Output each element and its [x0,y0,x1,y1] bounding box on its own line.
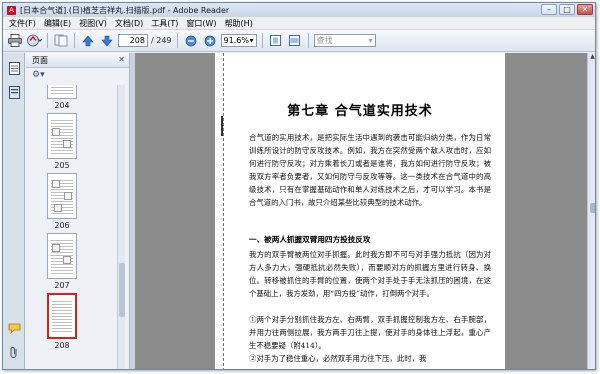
pages-panel-header: 页面 ✕ [26,53,129,68]
options-icon[interactable]: ⚙▾ [32,70,45,80]
menu-file[interactable]: 文件(F) [5,18,40,29]
fit-width-icon[interactable] [287,33,303,49]
menu-window[interactable]: 窗口(W) [182,18,220,29]
zoom-level-input[interactable]: 91.6% ▾ [220,34,257,47]
zoom-level-value: 91.6% [223,36,249,45]
intro-text: 合气道的实用技术，是把实际生活中遇到的袭击可能归纳分类，作为日常训练所设计的防守… [249,133,491,207]
toolbar-separator [261,33,263,48]
close-icon[interactable]: ✕ [118,55,125,64]
section-paragraph: 我方的双手臂被两位对手抓握。此时我方即不可与对手强力抵抗（因为对方人多力大，强硬… [235,248,491,300]
menu-help[interactable]: 帮助(H) [221,18,257,29]
thumbnail-label: 204 [54,101,70,110]
printer-icon[interactable] [7,33,23,49]
thumbnail-label: 208 [54,341,70,350]
window-controls: – □ ✕ [541,4,593,15]
app-window: A [日本合气道].(日)植芝吉祥丸.扫描版.pdf - Adobe Reade… [2,2,596,370]
thumbnail-label: 206 [54,221,70,230]
document-page: 第七章 合气道实用技术 合气道的实用技术，是把实际生活中遇到的袭击可能归纳分类，… [215,53,505,369]
fit-page-icon[interactable] [268,33,284,49]
email-icon[interactable] [26,33,42,49]
zoom-out-icon[interactable] [183,33,199,49]
pages-panel: 页面 ✕ ⚙▾ 204 205 206 207 208 [26,53,130,369]
bookmark-icon[interactable] [7,85,21,99]
thumbnail-label: 207 [54,281,70,290]
title-bar: A [日本合气道].(日)植芝吉祥丸.扫描版.pdf - Adobe Reade… [3,3,595,17]
chevron-down-icon: ▾ [368,36,373,45]
zoom-in-icon[interactable] [202,33,218,49]
navigation-strip [3,53,25,369]
page-thumbnail[interactable] [47,173,77,219]
minimize-button[interactable]: – [541,4,557,15]
page-thumbnail-selected[interactable] [47,293,77,339]
page-thumbnail[interactable] [47,233,77,279]
step-paragraph: ①两个对手分别抓住我方左、右两臂，双手抓握控制我方左、右手腕部，并用力往两侧拉展… [235,313,491,352]
page-total: / 249 [151,36,172,45]
chevron-down-icon: ▾ [249,36,254,45]
chapter-title: 第七章 合气道实用技术 [287,104,433,119]
find-input[interactable]: 查找 ▾ [313,34,376,47]
step-paragraph: ②对手为了稳住重心，必然双手用力往下压，此时，我 [235,352,491,365]
page-thumbnail[interactable] [47,85,77,99]
document-scrollbar[interactable]: ▲ [587,53,595,369]
panel-options[interactable]: ⚙▾ [26,68,129,82]
menu-edit[interactable]: 编辑(E) [40,18,75,29]
toolbar-separator [47,33,48,48]
menu-document[interactable]: 文档(D) [111,18,147,29]
document-area: 第七章 合气道实用技术 合气道的实用技术，是把实际生活中遇到的袭击可能归纳分类，… [135,53,595,369]
toolbar: 208 / 249 91.6% ▾ 查找 ▾ [3,30,595,52]
toolbar-separator [176,33,178,48]
pages-icon[interactable] [7,61,21,75]
find-placeholder: 查找 [316,36,333,45]
section-title: 一、被两人抓握双臂用四方投技反攻 [249,235,371,244]
thumbnail-label: 205 [54,161,70,170]
thumbnail-list: 204 205 206 207 208 [32,85,116,369]
intro-paragraph: 合气道的实用技术，是把实际生活中遇到的袭击可能归纳分类，作为日常训练所设计的防守… [235,131,491,209]
pages-icon[interactable] [53,33,69,49]
pages-panel-title: 页面 [32,55,48,65]
page-number-input[interactable]: 208 [118,34,148,47]
step2-text: ②对手为了稳住重心，必然双手用力往下压，此时，我 [249,354,427,363]
section-text: 我方的双手臂被两位对手抓握。此时我方即不可与对手强力抵抗（因为对方人多力大，强硬… [249,250,491,298]
menu-bar: 文件(F) 编辑(E) 视图(V) 文档(D) 工具(T) 窗口(W) 帮助(H… [3,17,595,30]
document-scrollbar-thumb[interactable] [590,203,595,213]
window-title: [日本合气道].(日)植芝吉祥丸.扫描版.pdf - Adobe Reader [20,5,230,15]
menu-tools[interactable]: 工具(T) [147,18,182,29]
toolbar-separator [74,33,75,48]
adobe-reader-icon: A [7,5,16,15]
panel-scrollbar[interactable] [117,85,125,369]
scroll-up-icon[interactable]: ▲ [588,53,595,63]
up-arrow-icon[interactable] [80,33,96,49]
close-button[interactable]: ✕ [577,4,593,15]
maximize-button[interactable]: □ [559,4,575,15]
step1-text: ①两个对手分别抓住我方左、右两臂，双手抓握控制我方左、右手腕部，并用力往两侧拉展… [249,315,491,350]
menu-view[interactable]: 视图(V) [75,18,111,29]
toolbar-separator [307,33,309,48]
down-arrow-icon[interactable] [99,33,115,49]
page-thumbnail[interactable] [47,113,77,159]
comment-icon[interactable] [7,321,21,335]
paperclip-icon[interactable] [7,345,21,359]
page-edge-mark [219,116,223,136]
panel-scrollbar-thumb[interactable] [119,263,125,317]
